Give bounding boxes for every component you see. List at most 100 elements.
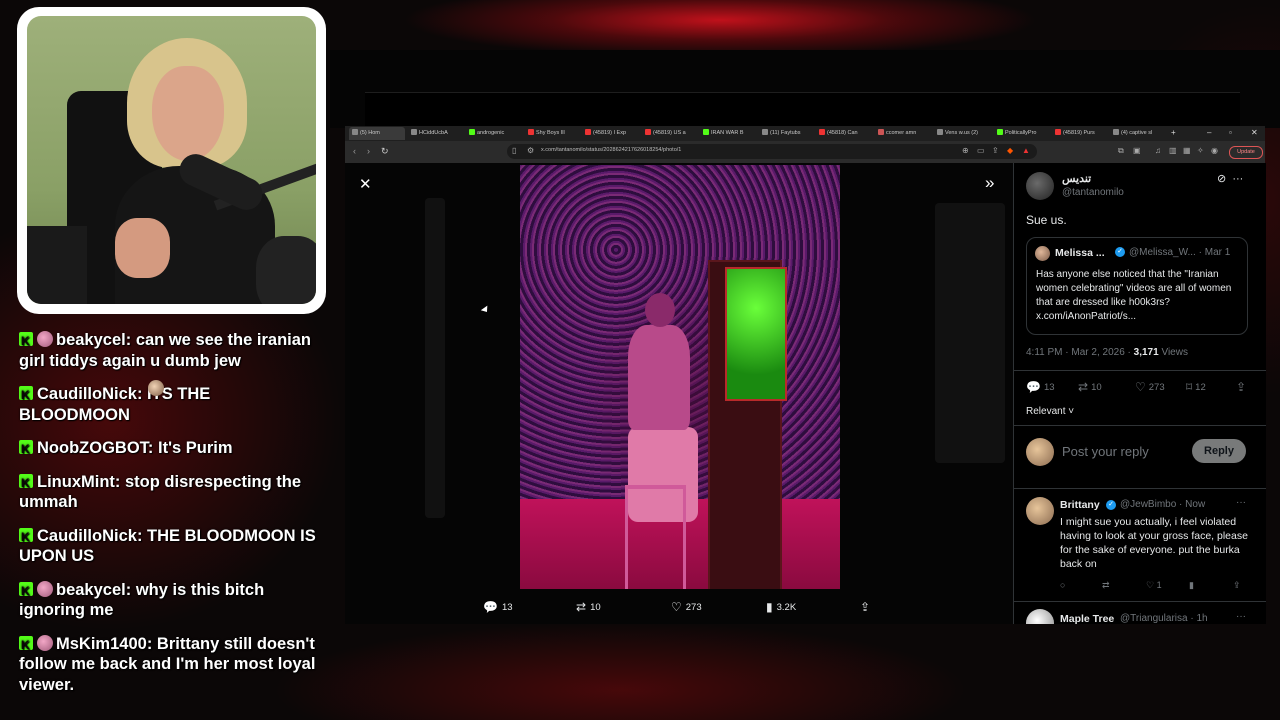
share-page-icon[interactable]: ⇪ <box>992 146 999 155</box>
tab-title: Shy Boys Ill <box>536 130 565 136</box>
browser-tab[interactable]: (45818) Can <box>819 129 871 139</box>
author-avatar[interactable] <box>1026 172 1054 200</box>
browser-tab[interactable]: HCiddUcbA <box>411 129 461 139</box>
kick-badge-icon <box>19 635 33 655</box>
stat-share-button[interactable]: ⇪ <box>1236 380 1249 394</box>
views-icon[interactable]: ▮ <box>1189 580 1194 591</box>
wallet-icon[interactable]: ▣ <box>1133 146 1141 155</box>
site-favicon-icon <box>878 129 884 135</box>
share-button[interactable]: ⇪ <box>860 600 874 614</box>
reply-submit-button[interactable]: Reply <box>1192 439 1246 463</box>
views-count: 3.2K <box>776 602 797 613</box>
author-name[interactable]: تنديس <box>1062 172 1091 185</box>
reply-avatar[interactable] <box>1026 497 1054 525</box>
tab-title: (45819) I Exp <box>593 130 627 136</box>
chat-message: beakycel: why is this bitch ignoring me <box>19 580 324 621</box>
stat-like-button[interactable]: ♡ 273 <box>1135 380 1165 394</box>
reply-count: 13 <box>501 602 513 613</box>
share-icon[interactable]: ⇪ <box>1233 580 1241 591</box>
like-button[interactable]: ♡ 273 <box>671 600 702 614</box>
profile-icon[interactable]: ◉ <box>1211 146 1218 155</box>
grok-icon[interactable]: ⊘ <box>1217 173 1226 185</box>
url-field[interactable]: ▯ ⚙ x.com/tantanomilo/status/20286242176… <box>507 144 1037 159</box>
browser-tab[interactable]: (45819) US a <box>645 129 697 139</box>
update-button[interactable]: Update <box>1229 146 1263 159</box>
reply-like-count: 1 <box>1156 580 1162 590</box>
close-window-button[interactable]: ✕ <box>1251 128 1258 137</box>
browser-tab[interactable]: (11) Faytubs <box>762 129 814 139</box>
quote-text: Has anyone else noticed that the "Irania… <box>1036 269 1232 322</box>
post-photo[interactable] <box>520 165 840 589</box>
sort-replies-dropdown[interactable]: Relevant ˅ <box>1026 406 1074 417</box>
zoom-icon[interactable]: ⊕ <box>962 146 969 155</box>
retweet-icon[interactable]: ⇄ <box>1102 580 1110 591</box>
browser-tab[interactable]: Vens w.us (2) <box>937 129 989 139</box>
background-object <box>256 236 316 304</box>
stat-reply-count: 13 <box>1043 382 1055 393</box>
browser-tab[interactable]: (45819) Purs <box>1055 129 1107 139</box>
bookmark-icon[interactable]: ▯ <box>512 146 516 155</box>
leo-icon[interactable]: ✧ <box>1197 146 1204 155</box>
site-info-icon[interactable]: ⚙ <box>527 146 534 155</box>
more-options-icon[interactable]: ··· <box>1236 497 1246 508</box>
more-options-icon[interactable]: ··· <box>1232 173 1243 185</box>
quote-handle-text: @Melissa_W... <box>1129 247 1196 258</box>
chat-message: NoobZOGBOT: It's Purim <box>19 438 324 460</box>
extensions-icon[interactable]: ⧉ <box>1118 146 1124 156</box>
kick-badge-icon <box>19 473 33 493</box>
stat-bookmark-button[interactable]: ⌑ 12 <box>1186 380 1206 394</box>
kick-badge-icon <box>19 527 33 547</box>
author-handle[interactable]: @tantanomilo <box>1062 187 1124 198</box>
minimize-button[interactable]: – <box>1207 128 1211 137</box>
reply-button[interactable]: 💬 13 <box>483 600 513 614</box>
retweet-button[interactable]: ⇄ 10 <box>576 600 601 614</box>
reply-author-name[interactable]: Maple Tree <box>1060 613 1114 624</box>
maximize-button[interactable]: ▫ <box>1229 128 1232 137</box>
reply-icon[interactable]: ○ <box>1060 580 1065 590</box>
photo-stool <box>625 485 686 589</box>
stat-retweet-button[interactable]: ⇄ 10 <box>1078 380 1102 394</box>
cast-icon[interactable]: ▭ <box>977 146 985 155</box>
reply-avatar[interactable] <box>1026 609 1054 624</box>
reply-author-handle: @JewBimbo · Now <box>1120 499 1206 510</box>
more-options-icon[interactable]: ··· <box>1236 611 1246 622</box>
playlist-icon[interactable]: ♫ <box>1155 146 1161 155</box>
reply-input[interactable]: Post your reply <box>1062 444 1149 459</box>
browser-tab[interactable]: IRAN WAR B <box>703 129 755 139</box>
browser-tab[interactable]: (4) captive sl <box>1113 129 1165 139</box>
verified-badge-icon: ✓ <box>1106 500 1116 510</box>
tab-manager-icon[interactable]: ▦ <box>1183 146 1191 155</box>
browser-tab[interactable]: (45819) I Exp <box>585 129 637 139</box>
new-tab-button[interactable]: + <box>1171 128 1176 137</box>
reply-text: I might sue you actually, i feel violate… <box>1060 516 1248 570</box>
tab-title: HCiddUcbA <box>419 130 448 136</box>
stat-reply-button[interactable]: 💬 13 <box>1026 380 1055 394</box>
reply-author-handle: @Triangularisa · 1h <box>1120 613 1208 624</box>
sidebar-icon[interactable]: ▥ <box>1169 146 1177 155</box>
close-icon[interactable]: ✕ <box>359 175 372 193</box>
back-icon[interactable]: ‹ <box>353 146 356 156</box>
browser-tab[interactable]: PoliticallyPro <box>997 129 1049 139</box>
chat-username: CaudilloNick <box>37 385 137 403</box>
browser-tab[interactable]: (5) Hom <box>349 127 405 140</box>
reload-icon[interactable]: ↻ <box>381 146 389 157</box>
rewards-icon[interactable]: ▲ <box>1022 146 1030 155</box>
tab-title: Vens w.us (2) <box>945 130 979 136</box>
photo-subject-head <box>645 293 675 327</box>
user-emote-icon <box>37 331 53 347</box>
kick-badge-icon <box>19 581 33 601</box>
stat-retweet-count: 10 <box>1091 382 1102 393</box>
reply-icon: 💬 <box>483 600 498 614</box>
chat-username: beakycel <box>56 580 126 599</box>
forward-icon[interactable]: › <box>367 146 370 156</box>
expand-panel-icon[interactable]: » <box>985 173 994 193</box>
browser-tab[interactable]: ccomer amn <box>878 129 930 139</box>
reply-author-name[interactable]: Brittany <box>1060 499 1100 511</box>
browser-tab[interactable]: androgenic <box>469 129 521 139</box>
like-button[interactable]: ♡ 1 <box>1146 580 1162 591</box>
quoted-post[interactable]: Melissa ... ✓ @Melissa_W... · Mar 1 Has … <box>1026 237 1248 335</box>
brave-shield-icon[interactable]: ◆ <box>1007 146 1013 155</box>
views-button[interactable]: ▮ 3.2K <box>766 600 796 614</box>
browser-tab[interactable]: Shy Boys Ill <box>528 129 580 139</box>
streamer-hand <box>115 218 170 278</box>
